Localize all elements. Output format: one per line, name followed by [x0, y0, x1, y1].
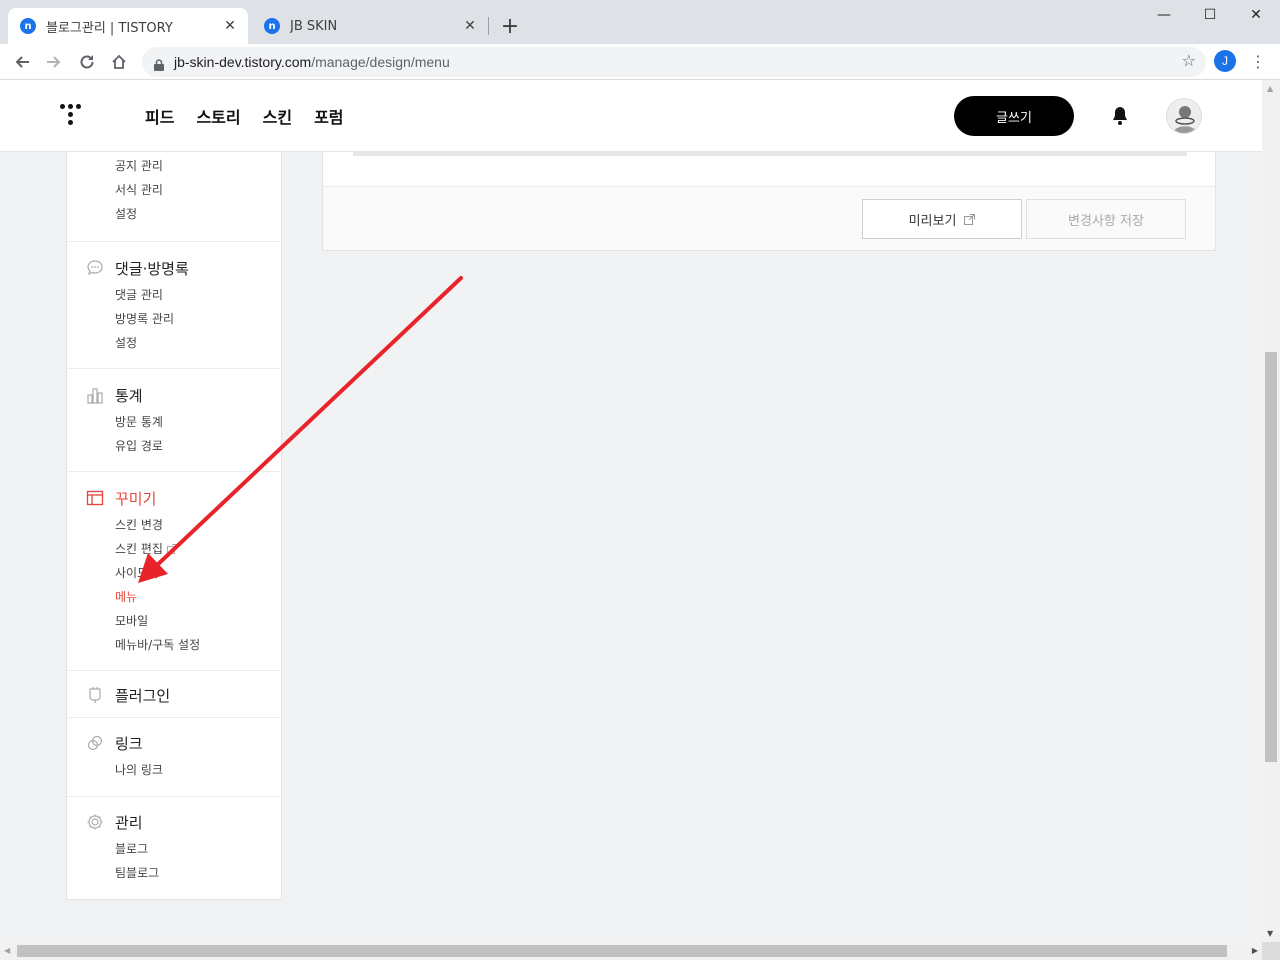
sidebar-item-comments[interactable]: 댓글 관리 [67, 283, 281, 307]
scrollbar-thumb[interactable] [1265, 352, 1277, 762]
sidebar-item-notice[interactable]: 공지 관리 [67, 154, 281, 178]
bell-icon[interactable] [1108, 104, 1132, 128]
sidebar-section-plugins: 플러그인 [67, 671, 281, 718]
sidebar-item-mobile[interactable]: 모바일 [67, 609, 281, 633]
scroll-up-icon[interactable]: ▲ [1267, 84, 1273, 93]
nav-story[interactable]: 스토리 [196, 104, 240, 128]
sidebar-section-head[interactable]: 꾸미기 [67, 486, 281, 510]
scrollbar-corner [1262, 942, 1280, 960]
tistory-icon: n [264, 18, 280, 34]
url-host: jb-skin-dev.tistory.com [174, 54, 312, 70]
scroll-right-icon[interactable]: ▶ [1252, 946, 1258, 955]
close-icon[interactable]: ✕ [220, 16, 240, 36]
url-text: jb-skin-dev.tistory.com/manage/design/me… [174, 54, 450, 70]
layout-icon [85, 488, 105, 508]
menu-kebab-icon[interactable]: ⋮ [1248, 50, 1268, 72]
home-icon[interactable] [105, 48, 133, 76]
browser-chrome: n 블로그관리 | TISTORY ✕ n JB SKIN ✕ + — ☐ ✕ [0, 0, 1280, 80]
write-post-button[interactable]: 글쓰기 [954, 96, 1074, 136]
tistory-icon: n [20, 18, 36, 34]
external-link-icon [964, 213, 976, 225]
nav-forum[interactable]: 포럼 [314, 104, 343, 128]
sidebar-item-menu[interactable]: 메뉴 [67, 585, 281, 609]
new-tab-button[interactable]: + [498, 12, 522, 40]
link-icon [85, 733, 105, 753]
sidebar-item-skin-change[interactable]: 스킨 변경 [67, 513, 281, 537]
maximize-button[interactable]: ☐ [1187, 0, 1233, 30]
tab-title: JB SKIN [290, 18, 338, 34]
panel-content-edge [353, 152, 1187, 156]
external-link-icon [166, 538, 177, 562]
tab-separator [488, 17, 489, 35]
scrollbar-thumb[interactable] [17, 945, 1227, 957]
forward-icon[interactable] [40, 48, 68, 76]
bar-chart-icon [85, 385, 105, 405]
save-changes-button[interactable]: 변경사항 저장 [1026, 199, 1186, 239]
sidebar-section-manage: 관리 블로그 팀블로그 [67, 797, 281, 885]
sidebar-item-label: 스킨 편집 [115, 542, 163, 556]
scroll-down-icon[interactable]: ▼ [1267, 929, 1273, 938]
sidebar-section-links: 링크 나의 링크 [67, 718, 281, 797]
sidebar-item-my-links[interactable]: 나의 링크 [67, 758, 281, 782]
horizontal-scrollbar[interactable]: ◀ ▶ [0, 942, 1262, 960]
sidebar-item-referrer[interactable]: 유입 경로 [67, 434, 281, 458]
browser-toolbar: jb-skin-dev.tistory.com/manage/design/me… [0, 44, 1280, 80]
minimize-button[interactable]: — [1141, 0, 1187, 30]
sidebar-section-title: 꾸미기 [115, 489, 157, 508]
sidebar-section-head[interactable]: 관리 [67, 810, 281, 834]
preview-button[interactable]: 미리보기 [862, 199, 1022, 239]
sidebar-item-comment-settings[interactable]: 설정 [67, 331, 281, 355]
scroll-left-icon[interactable]: ◀ [4, 946, 10, 955]
bookmark-star-icon[interactable]: ☆ [1182, 51, 1196, 70]
sidebar-section-title: 플러그인 [115, 686, 171, 705]
address-bar[interactable]: jb-skin-dev.tistory.com/manage/design/me… [142, 47, 1206, 77]
user-avatar[interactable] [1166, 98, 1202, 134]
back-icon[interactable] [8, 48, 36, 76]
nav-skin[interactable]: 스킨 [263, 104, 292, 128]
reload-icon[interactable] [73, 48, 101, 76]
sidebar-item-blog[interactable]: 블로그 [67, 837, 281, 861]
sidebar-item-post-settings[interactable]: 설정 [67, 202, 281, 226]
sidebar-section-head[interactable]: 링크 [67, 731, 281, 755]
sidebar-section-design: 꾸미기 스킨 변경 스킨 편집 사이드바 메뉴 모바일 메뉴바/구독 설정 [67, 472, 281, 671]
close-icon[interactable]: ✕ [460, 16, 480, 36]
tab-title: 블로그관리 | TISTORY [46, 20, 173, 36]
sidebar-item-template[interactable]: 서식 관리 [67, 178, 281, 202]
lock-icon [154, 56, 164, 71]
profile-avatar[interactable]: J [1214, 50, 1236, 72]
sidebar-section-comments: 댓글·방명록 댓글 관리 방명록 관리 설정 [67, 242, 281, 369]
tistory-logo[interactable] [58, 102, 88, 132]
sidebar-section-title: 통계 [115, 386, 143, 405]
sidebar-item-skin-edit[interactable]: 스킨 편집 [67, 537, 281, 561]
sidebar-section-title: 댓글·방명록 [115, 259, 189, 278]
sidebar-section-title: 관리 [115, 813, 143, 832]
manage-sidebar: 공지 관리 서식 관리 설정 댓글·방명록 댓글 관리 방명록 관리 설정 통계… [66, 152, 282, 900]
sidebar-section-head[interactable]: 플러그인 [67, 683, 281, 707]
tab-blog-manage[interactable]: n 블로그관리 | TISTORY ✕ [8, 8, 248, 44]
sidebar-item-team-blog[interactable]: 팀블로그 [67, 861, 281, 885]
window-close-button[interactable]: ✕ [1233, 0, 1279, 30]
sidebar-item-sidebar[interactable]: 사이드바 [67, 561, 281, 585]
global-nav: 피드 스토리 스킨 포럼 [145, 104, 344, 128]
site-header: 피드 스토리 스킨 포럼 글쓰기 [0, 80, 1262, 152]
tab-strip: n 블로그관리 | TISTORY ✕ n JB SKIN ✕ + — ☐ ✕ [0, 0, 1280, 44]
preview-button-label: 미리보기 [908, 213, 957, 229]
vertical-scrollbar[interactable]: ▲ ▼ [1262, 80, 1280, 942]
sidebar-item-visit-stats[interactable]: 방문 통계 [67, 410, 281, 434]
url-path: /manage/design/menu [311, 54, 450, 70]
sidebar-section-head[interactable]: 통계 [67, 383, 281, 407]
sidebar-section-title: 링크 [115, 734, 143, 753]
gear-icon [85, 812, 105, 832]
comment-icon [85, 258, 105, 278]
tab-jb-skin[interactable]: n JB SKIN ✕ [252, 8, 488, 44]
nav-feed[interactable]: 피드 [145, 104, 174, 128]
sidebar-section-head[interactable]: 댓글·방명록 [67, 256, 281, 280]
sidebar-section-posts: 공지 관리 서식 관리 설정 [67, 152, 281, 242]
plugin-icon [85, 685, 105, 705]
sidebar-item-guestbook[interactable]: 방명록 관리 [67, 307, 281, 331]
sidebar-item-menubar-subscribe[interactable]: 메뉴바/구독 설정 [67, 633, 281, 657]
sidebar-section-stats: 통계 방문 통계 유입 경로 [67, 369, 281, 472]
